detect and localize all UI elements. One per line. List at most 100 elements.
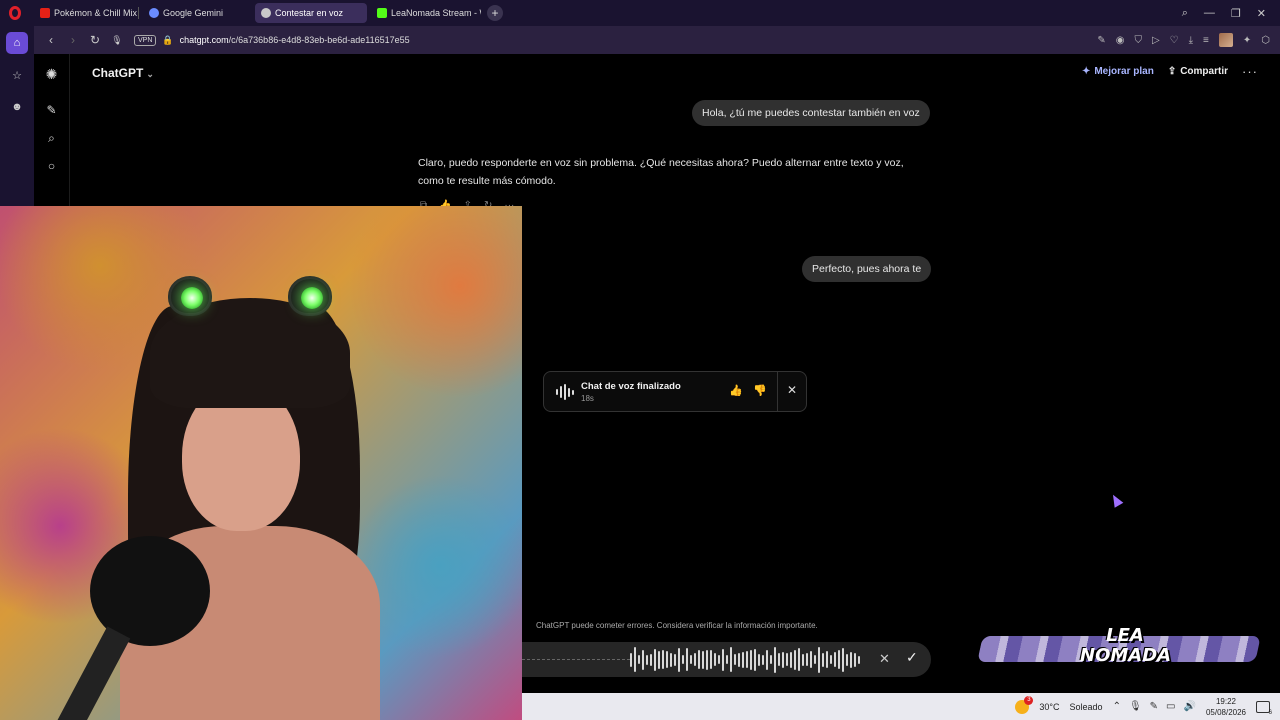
pen-icon[interactable]: ✎ xyxy=(1150,701,1158,712)
thumbs-up-icon[interactable]: 👍 xyxy=(729,384,743,397)
waveform-bar xyxy=(778,653,780,666)
new-chat-icon[interactable]: ✎ xyxy=(44,102,60,118)
openai-logo-icon[interactable]: ✺ xyxy=(44,66,60,82)
waveform-bar xyxy=(638,655,640,664)
search-tabs-icon[interactable]: ⌕ xyxy=(1182,7,1188,20)
camera-icon[interactable]: ◉ xyxy=(1116,35,1125,46)
waveform-bar xyxy=(842,647,844,672)
waveform-bar xyxy=(666,651,668,668)
home-icon[interactable]: ⌂ xyxy=(6,32,28,54)
waveform-bar xyxy=(794,649,796,670)
opera-logo-icon[interactable] xyxy=(0,0,30,26)
chat-bubble-icon[interactable]: ○ xyxy=(44,158,60,174)
waveform-bar xyxy=(694,653,696,666)
ai-assistant-icon[interactable]: ☻ xyxy=(6,96,28,118)
restore-icon[interactable]: ❐ xyxy=(1231,7,1241,20)
model-selector[interactable]: ChatGPT ⌄ xyxy=(92,66,154,80)
waveform-bar xyxy=(698,650,700,669)
voice-waveform-icon xyxy=(556,384,574,400)
cancel-dictation-icon[interactable]: ✕ xyxy=(879,651,890,667)
confirm-dictation-icon[interactable]: ✓ xyxy=(906,649,918,666)
url-domain: chatgpt.com xyxy=(179,35,229,45)
waveform-bar xyxy=(770,655,772,664)
waveform-bar xyxy=(790,651,792,668)
voice-chat-ended-card: Chat de voz finalizado 18s 👍 👎 ✕ xyxy=(543,371,807,412)
volume-icon[interactable]: 🔊 xyxy=(1184,701,1196,712)
upgrade-label: Mejorar plan xyxy=(1094,66,1154,77)
close-window-icon[interactable]: ✕ xyxy=(1257,7,1266,20)
waveform-bar xyxy=(734,654,736,665)
reload-icon[interactable]: ↻ xyxy=(84,33,106,47)
star-icon[interactable]: ☆ xyxy=(6,64,28,86)
shield-icon[interactable]: ⛉ xyxy=(1134,35,1142,46)
new-tab-button[interactable]: + xyxy=(487,5,503,21)
tab-pokemon[interactable]: Pokémon & Chill Mix xyxy=(34,3,138,23)
waveform-bar xyxy=(758,653,760,666)
weather-sun-icon[interactable]: 3 xyxy=(1015,695,1034,714)
notification-center-icon[interactable]: 6 xyxy=(1256,700,1272,716)
tab-label: LeaNomada Stream - Wat xyxy=(391,8,481,18)
more-options-icon[interactable]: ··· xyxy=(1242,64,1258,79)
heart-icon[interactable]: ♡ xyxy=(1170,35,1179,46)
waveform-bar xyxy=(858,655,860,664)
vpn-badge[interactable]: VPN xyxy=(134,34,157,46)
microphone-icon[interactable]: 🎙 xyxy=(106,35,128,46)
edit-icon[interactable]: ✎ xyxy=(1097,35,1105,46)
minimize-icon[interactable]: — xyxy=(1204,7,1215,19)
waveform-bar xyxy=(850,651,852,668)
share-button[interactable]: ⇪ Compartir xyxy=(1168,66,1228,77)
aria-icon[interactable]: ✦ xyxy=(1243,35,1251,46)
url-field[interactable]: chatgpt.com/c/6a736b86-e4d8-83eb-be6d-ad… xyxy=(180,35,410,45)
network-icon[interactable]: ▭ xyxy=(1166,701,1175,712)
tab-label: Pokémon & Chill Mix xyxy=(54,8,138,18)
play-icon[interactable]: ▷ xyxy=(1152,35,1160,46)
chevron-up-icon[interactable]: ⌃ xyxy=(1113,701,1121,712)
weather-text[interactable]: Soleado xyxy=(1070,702,1103,712)
watermark-text: LEA NOMADA xyxy=(1080,626,1171,666)
tab-leanomada-stream[interactable]: LeaNomada Stream - Wat xyxy=(371,3,481,23)
opera-sidebar: ⌂ ☆ ☻ xyxy=(0,26,34,206)
microphone-icon[interactable]: 🎙 xyxy=(1129,701,1142,712)
disclaimer-text: ChatGPT puede cometer errores. Considera… xyxy=(536,621,818,630)
thumbs-down-icon[interactable]: 👎 xyxy=(753,384,767,397)
sparkle-icon: ✦ xyxy=(1081,66,1091,77)
waveform-bar xyxy=(750,649,752,670)
toolbar-icons: ✎ ◉ ⛉ ▷ ♡ ⤓ ≡ ✦ ⬡ xyxy=(1097,26,1270,54)
tab-label: Google Gemini xyxy=(163,8,224,18)
waveform-bar xyxy=(762,654,764,665)
download-icon[interactable]: ⤓ xyxy=(1189,35,1193,46)
menu-icon[interactable]: ≡ xyxy=(1203,35,1209,46)
lea-nomada-watermark: LEA NOMADA xyxy=(977,626,1261,672)
close-icon[interactable]: ✕ xyxy=(787,383,797,397)
waveform-bar xyxy=(634,647,636,672)
clock-date: 05/08/2026 xyxy=(1205,707,1246,717)
lock-icon: 🔒 xyxy=(162,34,174,45)
tab-gemini[interactable]: Google Gemini xyxy=(143,3,251,23)
forward-icon[interactable]: › xyxy=(62,33,84,47)
temperature[interactable]: 30°C xyxy=(1039,702,1059,712)
waveform-bar xyxy=(686,648,688,671)
assistant-message: Claro, puedo responderte en voz sin prob… xyxy=(418,154,938,190)
notification-count: 6 xyxy=(1268,709,1272,716)
extensions-icon[interactable]: ⬡ xyxy=(1261,35,1270,46)
back-icon[interactable]: ‹ xyxy=(40,33,62,47)
clock[interactable]: 19:22 05/08/2026 xyxy=(1206,696,1246,718)
tab-contestar-en-voz[interactable]: Contestar en voz xyxy=(255,3,367,23)
waveform-bar xyxy=(786,653,788,666)
kick-icon xyxy=(377,8,387,18)
waveform-bar xyxy=(846,653,848,666)
webcam-overlay xyxy=(0,206,522,720)
waveform-bar xyxy=(738,652,740,667)
waveform-bar xyxy=(802,653,804,666)
mouse-cursor-icon xyxy=(1108,492,1124,508)
chatgpt-sidebar: ✺ ✎ ⌕ ○ xyxy=(34,54,70,206)
waveform-bar xyxy=(838,650,840,669)
url-path: /c/6a736b86-e4d8-83eb-be6d-ade116517e55 xyxy=(228,35,410,45)
clock-time: 19:22 xyxy=(1215,696,1236,706)
search-chats-icon[interactable]: ⌕ xyxy=(44,130,60,146)
profile-avatar[interactable] xyxy=(1218,33,1233,47)
share-label: Compartir xyxy=(1180,66,1228,77)
chevron-down-icon: ⌄ xyxy=(146,69,154,79)
waveform-bar xyxy=(670,652,672,667)
upgrade-plan-button[interactable]: ✦ Mejorar plan xyxy=(1082,66,1154,77)
